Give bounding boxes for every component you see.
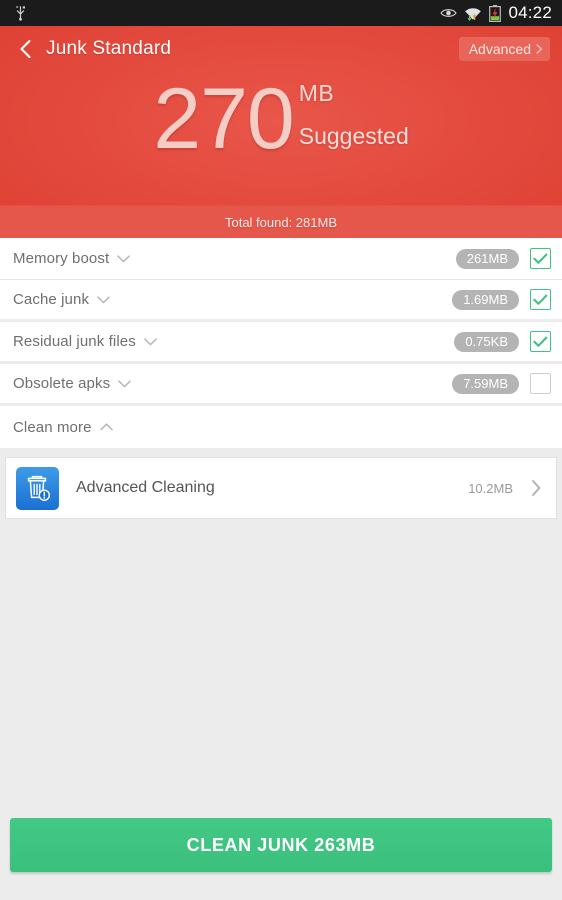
check-icon [533,336,548,347]
junk-row-checkbox[interactable] [530,289,551,310]
junk-row-right: 7.59MB [452,373,551,394]
junk-row-size: 261MB [455,248,519,269]
status-bar-left [14,5,27,21]
junk-row-memory-boost[interactable]: Memory boost 261MB [0,238,562,280]
advanced-button-label: Advanced [468,41,531,57]
junk-summary: 270 MB Suggested [0,76,562,162]
junk-amount-unit: MB [298,80,335,106]
junk-row-checkbox[interactable] [530,248,551,269]
page-title: Junk Standard [46,38,172,59]
eye-icon [440,9,458,17]
wifi-icon [465,8,482,21]
junk-row-label: Memory boost [13,250,110,267]
chevron-down-icon[interactable] [118,379,131,388]
junk-row-right: 1.69MB [452,289,551,310]
status-bar-right: 04:22 [440,4,552,22]
clean-junk-button[interactable]: CLEAN JUNK 263MB [10,818,552,872]
cta-zone: CLEAN JUNK 263MB [0,818,562,900]
check-icon [533,294,548,305]
chevron-down-icon[interactable] [144,337,157,346]
junk-amount: 270 [153,71,294,167]
chevron-right-icon [536,44,543,54]
junk-list: Memory boost 261MB Cache junk 1.69MB Res… [0,238,562,448]
trash-alert-icon [16,466,59,510]
advanced-cleaning-zone: Advanced Cleaning 10.2MB [0,448,562,519]
advanced-cleaning-title: Advanced Cleaning [76,479,215,496]
junk-row-size: 0.75KB [454,331,519,352]
advanced-cleaning-size: 10.2MB [468,480,513,496]
junk-row-right: 0.75KB [454,331,551,352]
chevron-down-icon[interactable] [97,295,110,304]
check-icon [533,253,548,264]
app-screen: 04:22 Junk Standard Advanced 270 MB Sugg… [0,0,562,900]
junk-row-label: Cache junk [13,291,90,308]
junk-row-label: Residual junk files [13,333,136,350]
battery-charging-icon [489,4,502,22]
total-found-bar: Total found: 281MB [0,205,562,238]
junk-row-label: Obsolete apks [13,375,111,392]
usb-icon [16,6,25,21]
junk-row-size: 7.59MB [452,373,519,394]
junk-row-residual-junk-files[interactable]: Residual junk files 0.75KB [0,322,562,364]
junk-row-obsolete-apks[interactable]: Obsolete apks 7.59MB [0,364,562,406]
advanced-cleaning-card[interactable]: Advanced Cleaning 10.2MB [5,457,557,519]
clean-junk-button-label: CLEAN JUNK 263MB [186,834,376,855]
chevron-down-icon[interactable] [117,254,130,263]
chevron-right-icon[interactable] [531,479,542,497]
status-bar-clock: 04:22 [508,3,552,22]
suggested-label: Suggested [298,123,409,149]
app-bar: Junk Standard Advanced [0,26,562,72]
back-chevron-icon[interactable] [16,38,36,60]
junk-row-size: 1.69MB [452,289,519,310]
content-spacer [0,519,562,818]
clean-more-row[interactable]: Clean more [0,406,562,448]
junk-row-cache-junk[interactable]: Cache junk 1.69MB [0,280,562,322]
status-bar: 04:22 [0,0,562,26]
clean-more-label: Clean more [13,418,92,436]
header-panel: Junk Standard Advanced 270 MB Suggested … [0,26,562,238]
advanced-button[interactable]: Advanced [458,37,550,61]
junk-row-checkbox[interactable] [530,331,551,352]
junk-row-right: 261MB [455,248,551,269]
junk-row-checkbox[interactable] [530,373,551,394]
total-found-label: Total found: 281MB [224,214,338,230]
chevron-up-icon[interactable] [99,423,113,431]
